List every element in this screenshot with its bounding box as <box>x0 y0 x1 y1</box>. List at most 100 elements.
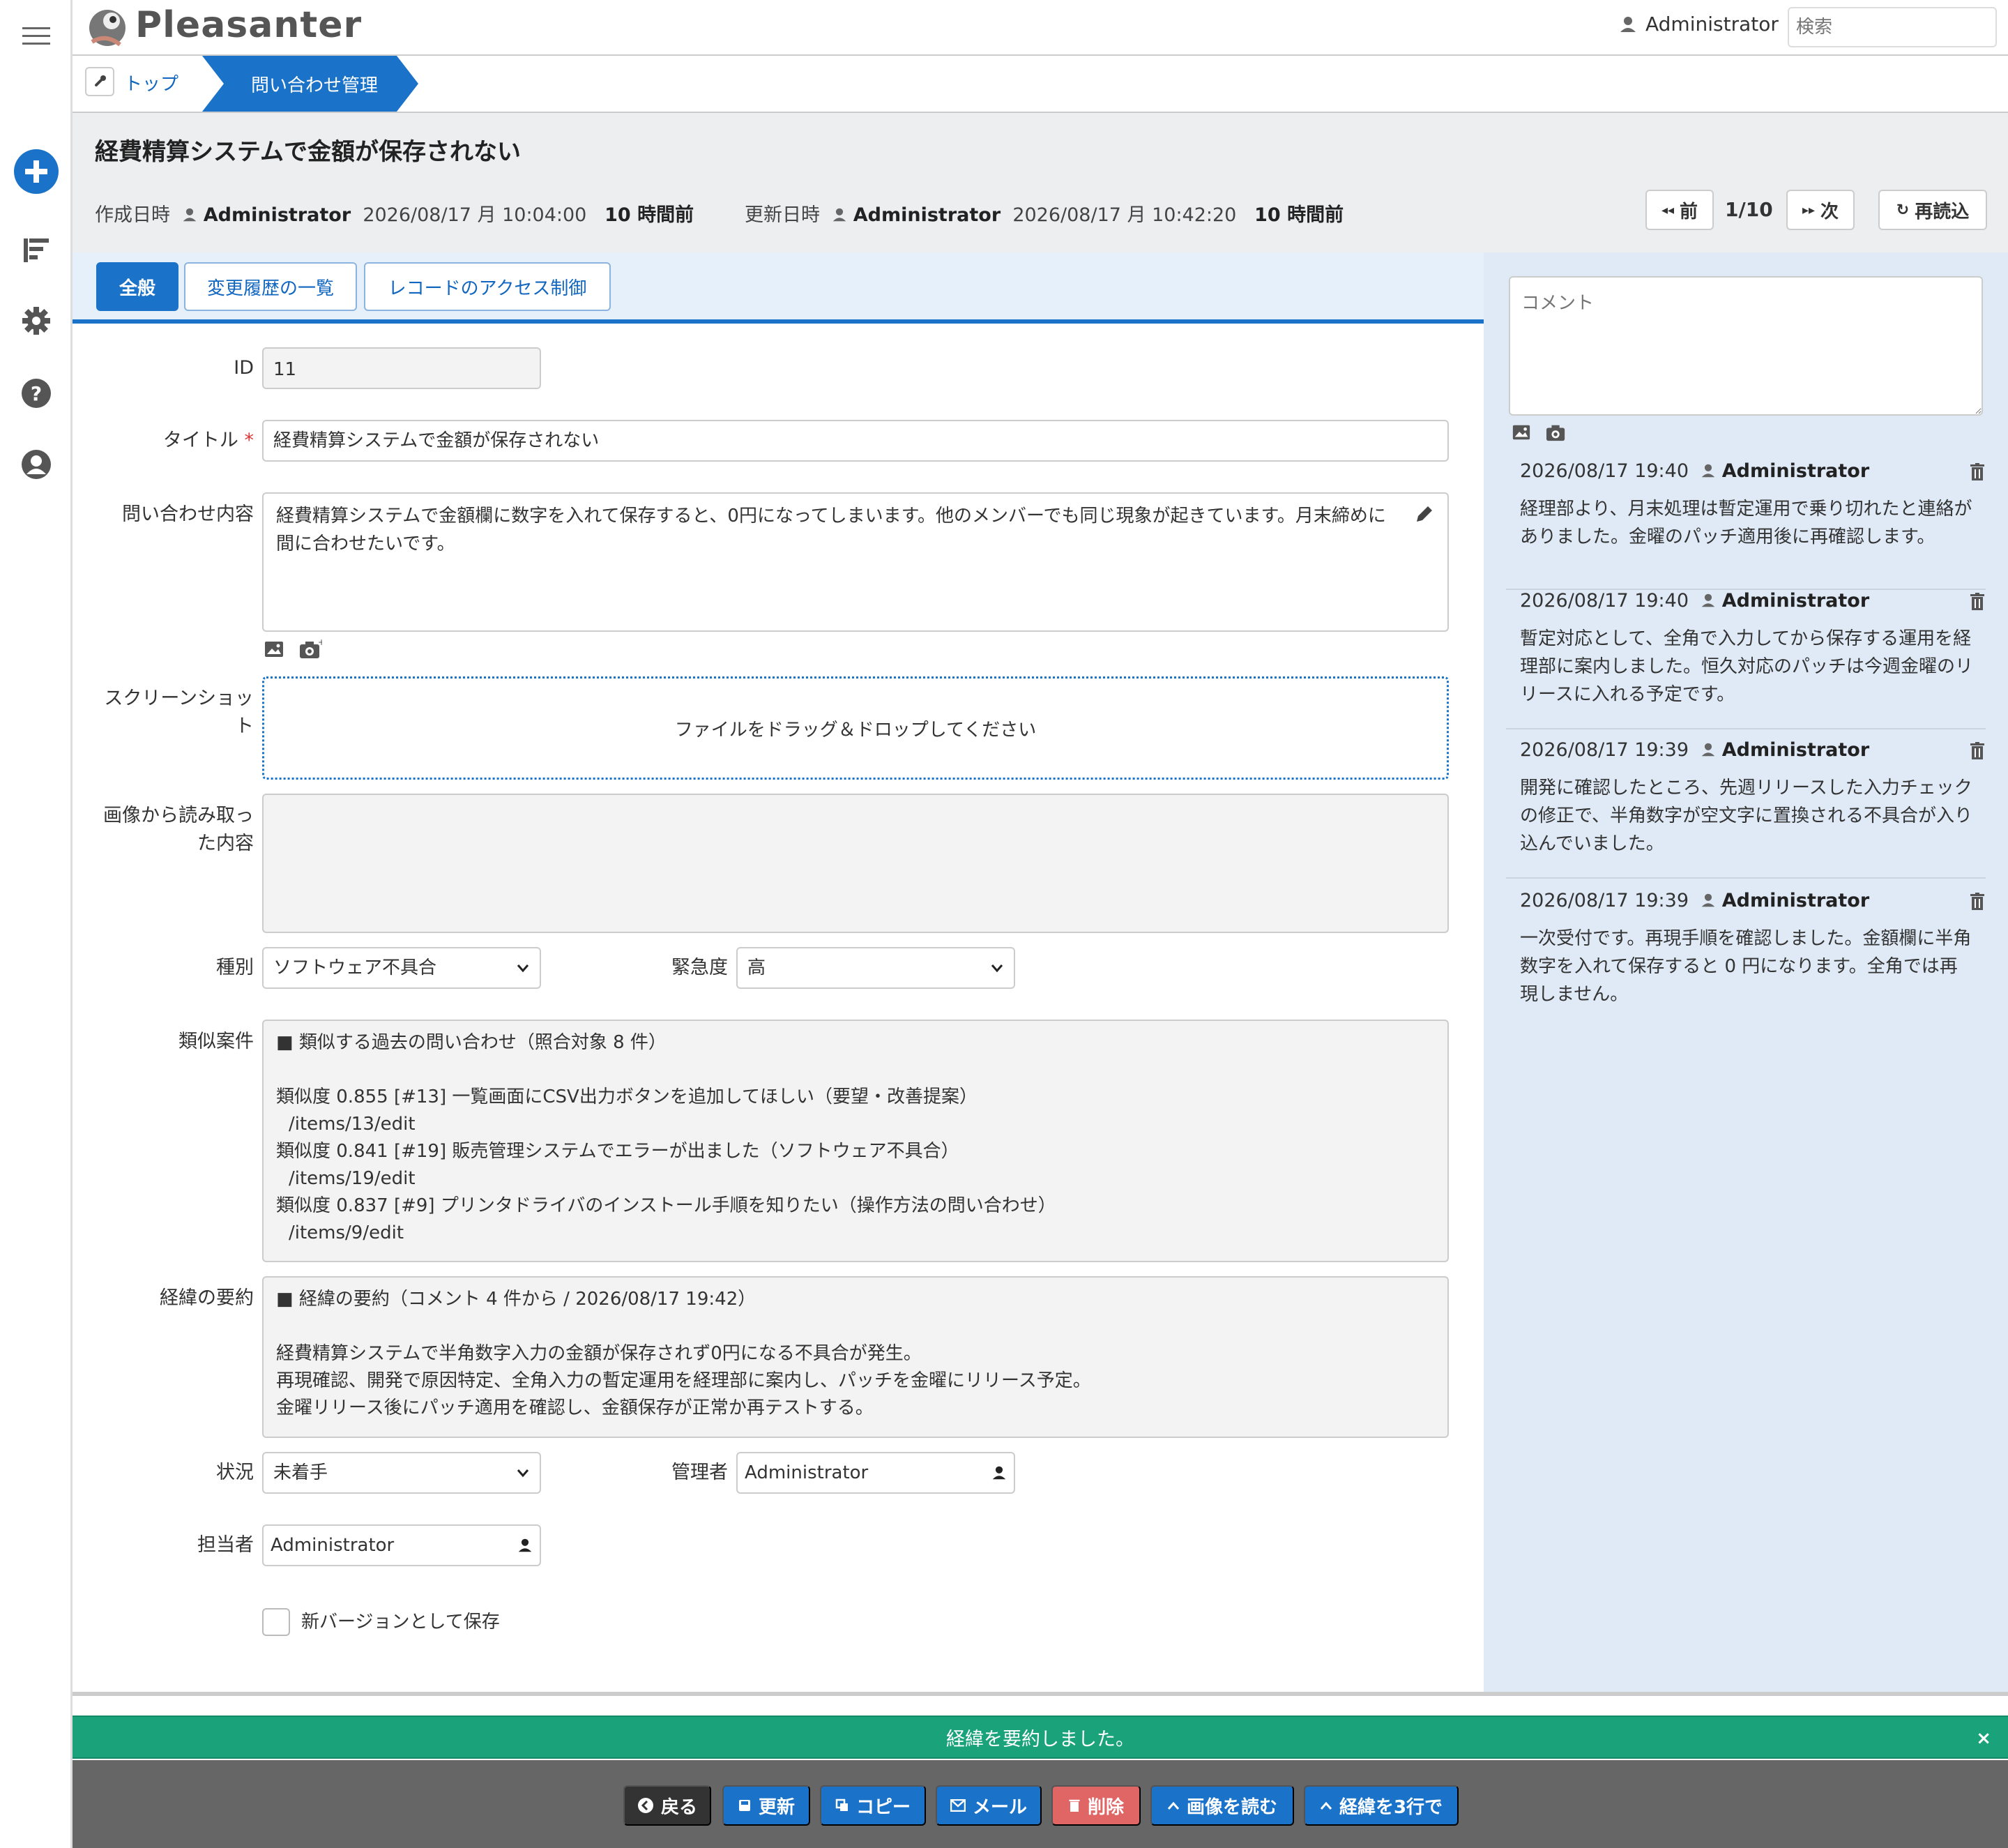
updated-label: 更新日時 <box>745 204 820 226</box>
image-insert-icon[interactable] <box>264 639 284 662</box>
breadcrumb-link-icon[interactable] <box>85 67 114 96</box>
comment-user[interactable]: Administrator <box>1722 739 1869 761</box>
trash-icon[interactable] <box>1969 893 1986 914</box>
read-image-button[interactable]: 画像を読む <box>1150 1785 1294 1826</box>
update-label: 更新 <box>758 1796 795 1818</box>
owner-field[interactable]: Administrator <box>262 1524 541 1566</box>
comments-panel: 2026/08/17 19:40 Administrator 経理部より、月末処… <box>1484 252 2008 1696</box>
body-textarea[interactable]: 経費精算システムで金額欄に数字を入れて保存すると、0円になってしまいます。他のメ… <box>262 492 1449 632</box>
comment-time: 2026/08/17 19:40 <box>1520 590 1689 612</box>
title-input[interactable]: 経費精算システムで金額が保存されない <box>262 420 1449 462</box>
breadcrumb-current[interactable]: 問い合わせ管理 <box>202 56 418 112</box>
update-button[interactable]: 更新 <box>722 1785 810 1826</box>
user-icon <box>1701 743 1715 757</box>
action-bar: 戻る 更新 コピー メール 削除 画像を読む 経緯を3行で <box>73 1760 2008 1848</box>
ocr-label: 画像から読み取っ た内容 <box>73 802 254 858</box>
body-label: 問い合わせ内容 <box>122 503 254 525</box>
comment-header: 2026/08/17 19:40 Administrator <box>1520 460 1869 482</box>
status-selected-value: 未着手 <box>273 1462 328 1483</box>
hamburger-menu-icon[interactable] <box>17 17 56 56</box>
urgency-select[interactable]: 高 <box>736 947 1015 989</box>
summarize-button[interactable]: 経緯を3行で <box>1304 1785 1459 1826</box>
comment-user[interactable]: Administrator <box>1722 890 1869 911</box>
title-label: タイトル * <box>73 427 254 455</box>
user-icon <box>183 208 197 222</box>
header-user-name[interactable]: Administrator <box>1645 13 1779 36</box>
user-account-icon[interactable] <box>17 445 56 484</box>
edit-pencil-icon[interactable] <box>1414 503 1435 527</box>
tab-bar: 全般 変更履歴の一覧 レコードのアクセス制御 <box>73 252 1484 324</box>
status-label: 状況 <box>216 1462 254 1483</box>
updated-meta: 更新日時 Administrator 2026/08/17 月 10:42:20… <box>745 199 1344 227</box>
similar-item-link[interactable]: /items/9/edit <box>276 1220 1435 1247</box>
status-select[interactable]: 未着手 <box>262 1452 541 1494</box>
next-icon: ▸▸ <box>1802 202 1816 218</box>
user-picker-icon[interactable] <box>517 1538 533 1553</box>
camera-icon[interactable] <box>1545 423 1567 445</box>
user-icon <box>1701 464 1715 478</box>
read-image-label: 画像を読む <box>1186 1796 1277 1818</box>
summary-line: 金曜リリース後にパッチ適用を確認し、金額保存が正常か再テストする。 <box>276 1398 874 1418</box>
summary-heading: ■ 経緯の要約（コメント 4 件から / 2026/08/17 19:42） <box>276 1289 756 1310</box>
gear-icon[interactable] <box>17 301 56 340</box>
updated-ago: 10 時間前 <box>1254 204 1344 226</box>
comment-user[interactable]: Administrator <box>1722 590 1869 612</box>
comment-divider <box>1506 877 1986 879</box>
tab-history[interactable]: 変更履歴の一覧 <box>184 262 357 311</box>
ocr-label-line2: た内容 <box>197 833 254 854</box>
comment-item: 2026/08/17 19:40 Administrator 暫定対応として、全… <box>1506 590 1986 743</box>
search-input[interactable] <box>1788 7 1997 47</box>
similar-item-link[interactable]: /items/19/edit <box>276 1165 1435 1192</box>
form-bottom-border <box>73 1692 2008 1696</box>
comment-input[interactable] <box>1509 276 1983 416</box>
comment-body: 開発に確認したところ、先週リリースした入力チェックの修正で、半角数字が空文字に置… <box>1520 778 1972 854</box>
updated-user[interactable]: Administrator <box>853 204 1001 226</box>
delete-label: 削除 <box>1087 1796 1124 1818</box>
page-title: 経費精算システムで金額が保存されない <box>95 138 521 166</box>
summary-label: 経緯の要約 <box>160 1287 254 1309</box>
new-version-label[interactable]: 新バージョンとして保存 <box>301 1608 500 1636</box>
reload-button[interactable]: ↻ 再読込 <box>1878 190 1987 230</box>
comment-item: 2026/08/17 19:39 Administrator 一次受付です。再現… <box>1506 890 1986 1029</box>
new-version-checkbox[interactable] <box>262 1608 290 1636</box>
trash-icon[interactable] <box>1969 463 1986 484</box>
chevron-up-icon <box>1167 1801 1180 1810</box>
copy-button[interactable]: コピー <box>820 1785 926 1826</box>
logo-text[interactable]: Pleasanter <box>135 4 362 46</box>
breadcrumb-top[interactable]: トップ <box>124 70 178 96</box>
user-picker-icon[interactable] <box>991 1465 1007 1480</box>
similar-label: 類似案件 <box>178 1031 254 1052</box>
manager-field[interactable]: Administrator <box>736 1452 1015 1494</box>
id-label: ID <box>234 357 254 379</box>
trash-icon[interactable] <box>1969 593 1986 614</box>
created-user[interactable]: Administrator <box>204 204 351 226</box>
comment-time: 2026/08/17 19:39 <box>1520 890 1689 911</box>
mail-button[interactable]: メール <box>936 1785 1042 1826</box>
similar-item: 類似度 0.855 [#13] 一覧画面にCSV出力ボタンを追加してほしい（要望… <box>276 1086 978 1107</box>
delete-button[interactable]: 削除 <box>1051 1785 1141 1826</box>
tab-access-control[interactable]: レコードのアクセス制御 <box>364 262 611 311</box>
type-select[interactable]: ソフトウェア不具合 <box>262 947 541 989</box>
back-button[interactable]: 戻る <box>623 1785 711 1826</box>
add-new-icon[interactable] <box>13 148 60 195</box>
manager-value: Administrator <box>745 1462 869 1483</box>
mail-label: メール <box>972 1796 1027 1818</box>
owner-value: Administrator <box>271 1535 395 1556</box>
prev-button[interactable]: ◂◂ 前 <box>1645 190 1714 230</box>
sort-list-icon[interactable] <box>17 230 56 269</box>
comment-user[interactable]: Administrator <box>1722 460 1869 482</box>
created-label: 作成日時 <box>95 204 170 226</box>
tab-general[interactable]: 全般 <box>96 262 178 311</box>
camera-icon[interactable]: + <box>298 637 325 662</box>
trash-icon[interactable] <box>1969 742 1986 763</box>
svg-text:?: ? <box>31 382 42 405</box>
next-button[interactable]: ▸▸ 次 <box>1786 190 1855 230</box>
help-icon[interactable]: ? <box>17 374 56 413</box>
back-circle-icon <box>637 1798 653 1813</box>
close-icon[interactable]: × <box>1976 1728 1991 1749</box>
image-insert-icon[interactable] <box>1512 423 1531 445</box>
file-dropzone[interactable]: ファイルをドラッグ＆ドロップしてください <box>262 676 1449 780</box>
created-at: 2026/08/17 月 10:04:00 <box>363 204 587 226</box>
message-bar: 経緯を要約しました。 × <box>73 1716 2008 1759</box>
similar-item-link[interactable]: /items/13/edit <box>276 1111 1435 1138</box>
